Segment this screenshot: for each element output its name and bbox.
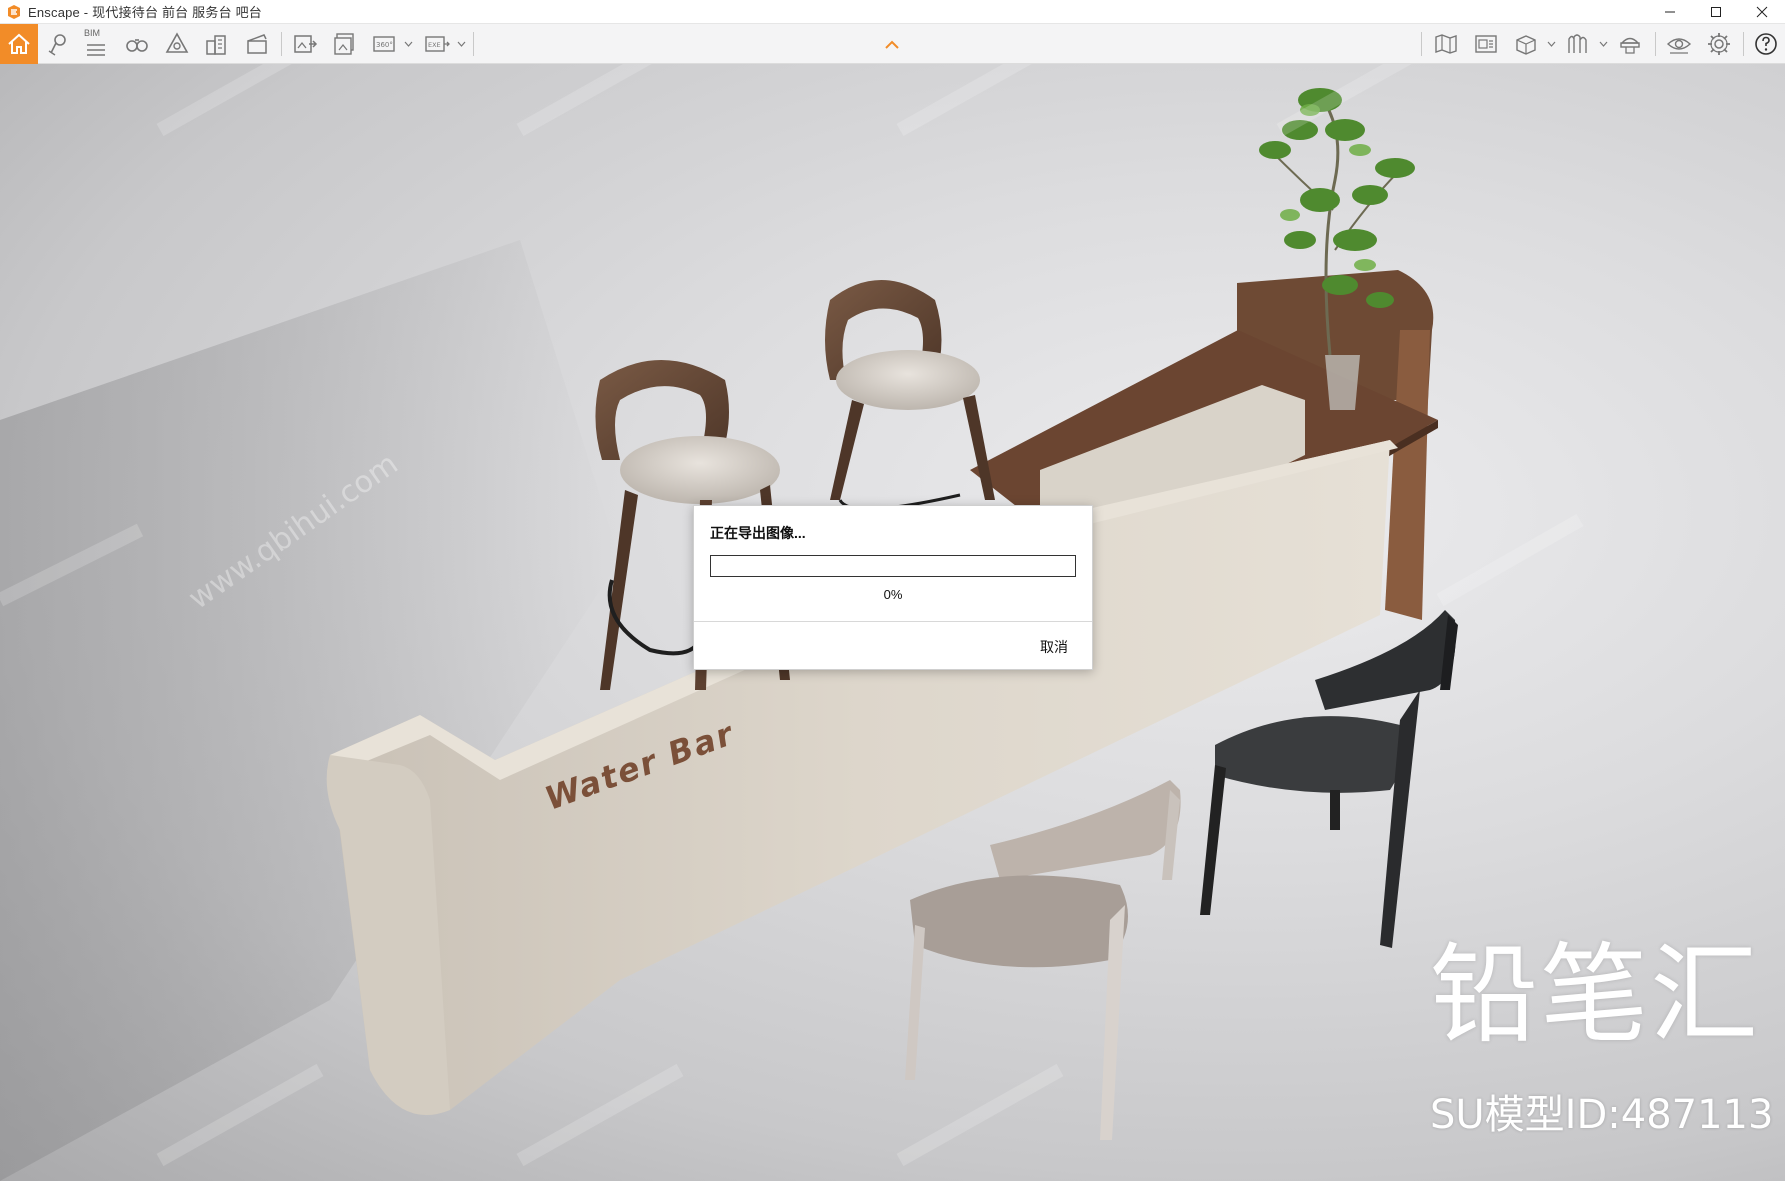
batch-export-button[interactable]: [329, 28, 361, 60]
visual-settings-icon: [1620, 37, 1640, 54]
cube-view-icon: [1516, 35, 1536, 55]
panorama-button[interactable]: 360°: [369, 28, 401, 60]
export-progress-dialog: 正在导出图像... 0% 取消: [693, 505, 1093, 670]
chevron-down-icon: [1547, 41, 1555, 47]
close-icon: [1756, 6, 1768, 18]
bim-icon: [87, 44, 105, 56]
toolbar-separator: [473, 32, 474, 56]
cube-view-dropdown[interactable]: [1546, 36, 1556, 52]
light-button[interactable]: [161, 28, 193, 60]
maximize-button[interactable]: [1693, 0, 1739, 24]
visual-settings-button[interactable]: [1614, 28, 1646, 60]
location-pin-icon: [48, 34, 66, 56]
material-dropdown[interactable]: [1598, 36, 1608, 52]
window-controls: [1647, 0, 1785, 24]
buildings-icon: [206, 35, 226, 55]
view-button[interactable]: [1663, 28, 1695, 60]
maximize-icon: [1711, 7, 1721, 17]
clapper-button[interactable]: [241, 28, 273, 60]
light-icon: [165, 32, 189, 53]
location-button[interactable]: [42, 28, 74, 60]
export-image-button[interactable]: [289, 28, 321, 60]
buildings-button[interactable]: [201, 28, 233, 60]
toolbar-separator: [1655, 32, 1656, 56]
asset-library-icon: [1475, 35, 1497, 53]
brand-watermark: 铅笔汇: [1430, 933, 1761, 1058]
map-icon: [1435, 34, 1457, 54]
model-id-watermark: SU模型ID:487113: [1430, 1092, 1774, 1138]
chevron-down-icon: [1599, 41, 1607, 47]
map-button[interactable]: [1430, 28, 1462, 60]
eye-icon: [1666, 38, 1692, 54]
toolbar-separator: [281, 32, 282, 56]
minimize-icon: [1665, 11, 1675, 13]
settings-button[interactable]: [1703, 28, 1735, 60]
cancel-button[interactable]: 取消: [1032, 635, 1076, 659]
chevron-down-icon: [457, 41, 465, 47]
help-button[interactable]: [1750, 28, 1782, 60]
help-icon: [1755, 33, 1777, 55]
dialog-divider: [694, 621, 1092, 622]
title-bar: Enscape - 现代接待台 前台 服务台 吧台: [0, 0, 1785, 24]
window-title: Enscape - 现代接待台 前台 服务台 吧台: [28, 5, 262, 20]
toolbar-separator: [1743, 32, 1744, 56]
bar-stool-right: [825, 280, 995, 511]
cube-view-button[interactable]: [1510, 28, 1542, 60]
export-image-icon: [294, 35, 318, 53]
export-exe-button[interactable]: EXE: [421, 28, 453, 60]
asset-library-button[interactable]: [1470, 28, 1502, 60]
home-button[interactable]: [0, 24, 38, 64]
collapse-toolbar-icon[interactable]: [883, 38, 901, 50]
binoculars-icon: [126, 39, 148, 52]
progress-percent: 0%: [883, 587, 903, 602]
panorama-dropdown[interactable]: [403, 36, 413, 52]
export-dropdown[interactable]: [456, 36, 466, 52]
dialog-title: 正在导出图像...: [710, 525, 806, 541]
export-progress-bar: [710, 555, 1076, 577]
toolbar-separator: [1421, 32, 1422, 56]
clapper-icon: [247, 34, 267, 54]
home-icon: [8, 33, 30, 54]
material-button[interactable]: [1562, 28, 1594, 60]
material-icon: [1568, 34, 1587, 53]
close-button[interactable]: [1739, 0, 1785, 24]
export-exe-icon: EXE: [425, 36, 450, 52]
enscape-logo-icon: [8, 4, 20, 19]
svg-text:360°: 360°: [376, 41, 393, 49]
batch-export-icon: [334, 33, 354, 55]
chevron-down-icon: [404, 41, 412, 47]
bim-button[interactable]: [80, 32, 112, 64]
minimize-button[interactable]: [1647, 0, 1693, 24]
svg-text:EXE: EXE: [428, 41, 441, 49]
binoculars-button[interactable]: [121, 28, 153, 60]
toolbar: BIM 360° EXE: [0, 24, 1785, 64]
gear-icon: [1708, 33, 1730, 55]
panorama-360-icon: 360°: [373, 36, 395, 52]
